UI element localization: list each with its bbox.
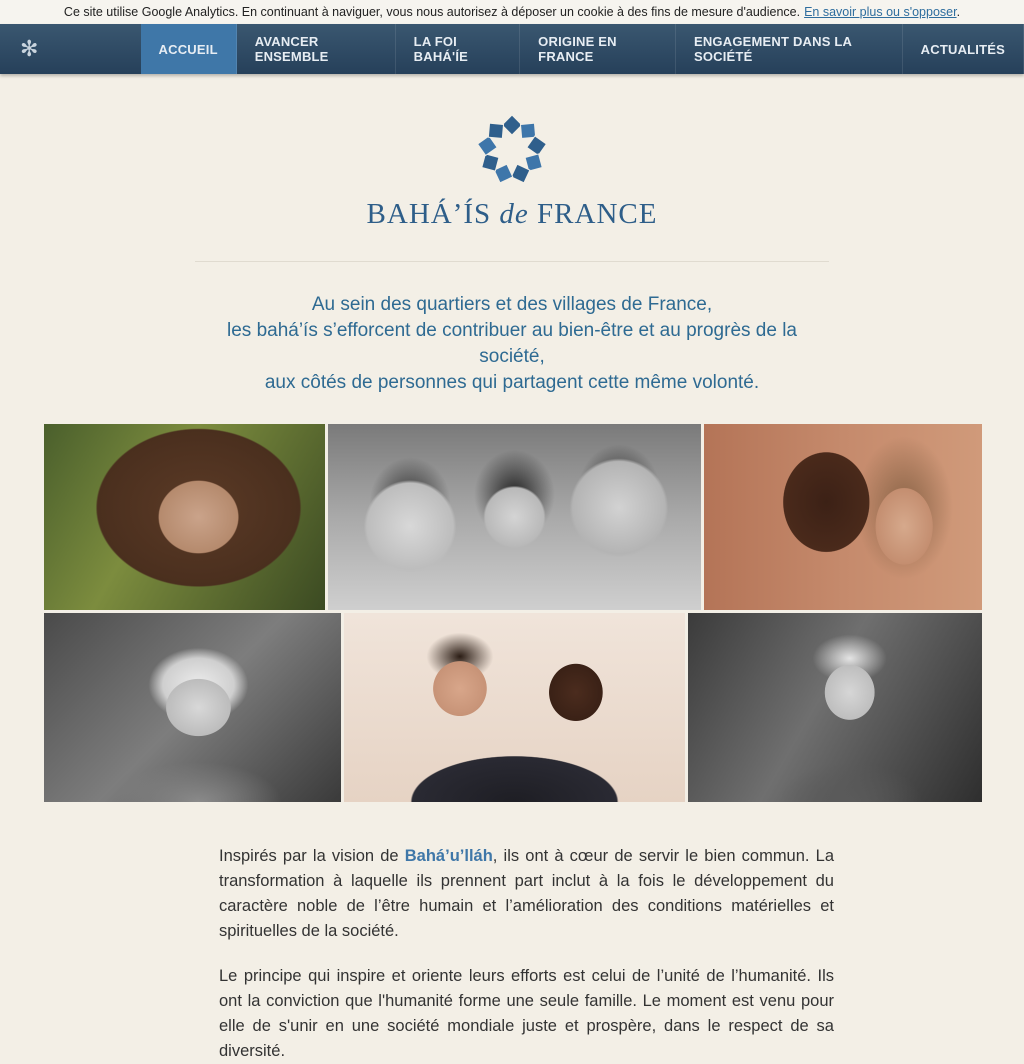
intro-paragraph: Le principe qui inspire et oriente leurs… [219,967,834,1060]
nav-item-engagement[interactable]: ENGAGEMENT DANS LA SOCIÉTÉ [676,24,903,74]
site-logo[interactable]: BAHÁ’ÍS de FRANCE [0,114,1024,231]
site-title-bahais: BAHÁ’ÍS [366,198,492,230]
main-navigation: ✻ ACCUEIL AVANCER ENSEMBLE LA FOI BAHÁ'Í… [0,24,1024,74]
cookie-opt-out-link[interactable]: En savoir plus ou s'opposer [804,5,956,19]
photo-two-women [704,424,982,610]
gear-icon[interactable]: ✻ [0,24,59,74]
site-title-france: FRANCE [537,198,658,230]
intro-text: Inspirés par la vision de Bahá’u’lláh, i… [219,844,834,1064]
divider [195,261,829,262]
cookie-period: . [956,5,961,19]
nav-item-avancer-ensemble[interactable]: AVANCER ENSEMBLE [237,24,396,74]
site-title: BAHÁ’ÍS de FRANCE [367,198,658,231]
photo-gallery [44,424,982,802]
tagline-line: aux côtés de personnes qui partagent cet… [264,372,760,393]
nav-item-origine-en-france[interactable]: ORIGINE EN FRANCE [520,24,676,74]
photo-three-girls [328,424,701,610]
cookie-bar: Ce site utilise Google Analytics. En con… [0,0,1024,24]
photo-woman-smiling [44,424,325,610]
nav-item-accueil[interactable]: ACCUEIL [140,24,237,74]
nav-item-actualites[interactable]: ACTUALITÉS [903,24,1024,74]
nav-item-la-foi-bahaie[interactable]: LA FOI BAHÁ'ÍE [396,24,521,74]
photo-two-young-men [344,613,685,802]
site-title-de: de [499,198,529,230]
bahaullah-link[interactable]: Bahá’u’lláh [405,847,493,865]
nine-pointed-star-icon [476,114,548,184]
tagline-line: Au sein des quartiers et des villages de… [311,294,713,315]
cookie-text: Ce site utilise Google Analytics. En con… [63,5,801,19]
photo-young-man-curly-hair [688,613,982,802]
intro-paragraph: Inspirés par la vision de Bahá’u’lláh, i… [219,844,834,944]
intro-text-part: Inspirés par la vision de [219,847,405,865]
tagline: Au sein des quartiers et des villages de… [192,292,832,396]
photo-elderly-woman [44,613,341,802]
tagline-line: les bahá’ís s’efforcent de contribuer au… [227,320,797,367]
